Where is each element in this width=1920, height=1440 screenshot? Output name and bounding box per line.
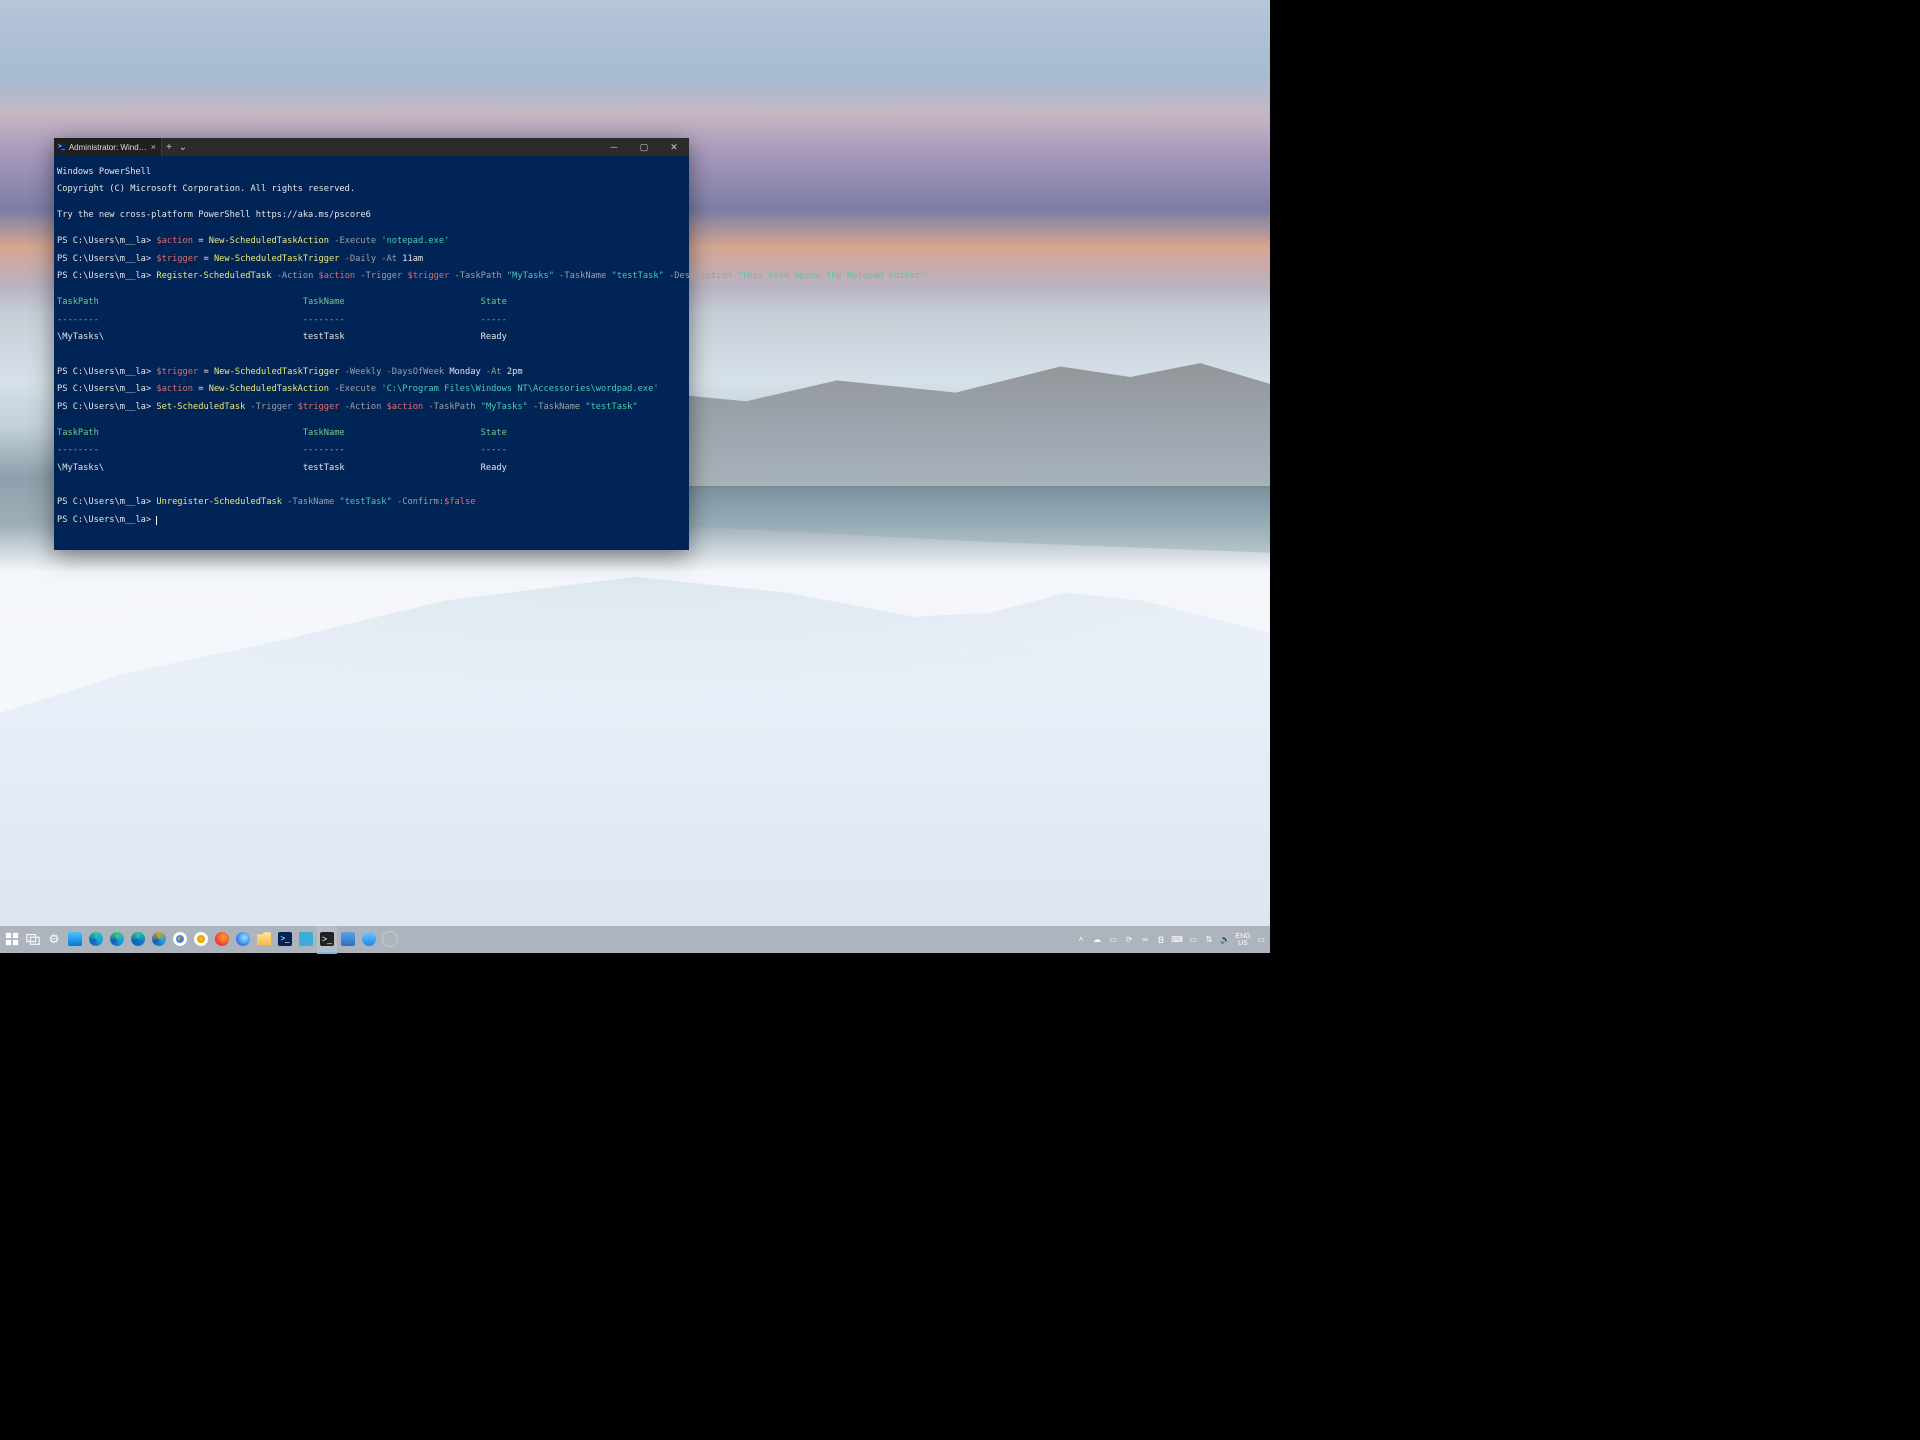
chrome-canary-button[interactable] [191, 925, 211, 954]
chrome-canary-icon [194, 932, 208, 946]
update-icon: ⟳ [1126, 935, 1133, 944]
close-button[interactable]: ✕ [659, 138, 689, 156]
powershell-taskbar-icon: >_ [278, 932, 292, 946]
lang-line2: US [1238, 940, 1248, 947]
terminal-icon: >_ [320, 932, 334, 946]
taskbar-left: ⚙ >_ >_ [0, 925, 400, 954]
tray-volume[interactable]: 🔊 [1218, 926, 1232, 953]
table-row: \MyTasks\ testTask Ready [57, 464, 686, 473]
line-try: Try the new cross-platform PowerShell ht… [57, 211, 686, 220]
link-icon: ∞ [1142, 935, 1148, 944]
notification-icon: ▭ [1257, 935, 1265, 944]
tray-battery[interactable]: ▭ [1186, 926, 1200, 953]
line-prompt: PS C:\Users\m__la> [57, 516, 686, 525]
cursor-icon [156, 516, 157, 525]
windows-icon [5, 932, 19, 946]
table-header: TaskPath TaskName State [57, 429, 686, 438]
tray-language[interactable]: ENG US [1234, 933, 1252, 947]
tab-label: Administrator: Windows PowerS [69, 143, 147, 152]
edge-canary-icon [152, 932, 166, 946]
folder-icon [257, 932, 271, 946]
edge-beta-icon [131, 932, 145, 946]
line-6: PS C:\Users\m__la> Set-ScheduledTask -Tr… [57, 403, 686, 412]
line-7: PS C:\Users\m__la> Unregister-ScheduledT… [57, 498, 686, 507]
firefox-button[interactable] [212, 925, 232, 954]
gear-icon: ⚙ [49, 932, 60, 946]
tray-notifications[interactable]: ▭ [1254, 926, 1268, 953]
terminal-body[interactable]: Windows PowerShell Copyright (C) Microso… [54, 156, 689, 550]
taskbar-right: ˄ ☁ ▭ ⟳ ∞ B ⌨ ▭ ⇅ 🔊 ENG US ▭ [1074, 926, 1270, 953]
line-1: PS C:\Users\m__la> $action = New-Schedul… [57, 237, 686, 246]
line-4: PS C:\Users\m__la> $trigger = New-Schedu… [57, 368, 686, 377]
settings-button[interactable]: ⚙ [44, 925, 64, 954]
edge-dev-icon [110, 932, 124, 946]
tray-onedrive[interactable]: ☁ [1090, 926, 1104, 953]
window-controls: ─ ▢ ✕ [599, 138, 689, 156]
explorer-button[interactable] [254, 925, 274, 954]
pinned-app-2[interactable] [296, 925, 316, 954]
tray-keyboard[interactable]: ⌨ [1170, 926, 1184, 953]
pinned-app-5[interactable] [380, 925, 400, 954]
keyboard-icon: ⌨ [1171, 935, 1183, 944]
app-icon [341, 932, 355, 946]
line-header1: Windows PowerShell [57, 168, 686, 177]
bluetooth-icon: B [1158, 935, 1164, 945]
new-tab-button[interactable]: + [162, 138, 176, 156]
taskview-icon [26, 932, 40, 946]
terminal-taskbar-button[interactable]: >_ [317, 925, 337, 954]
edge-canary-button[interactable] [149, 925, 169, 954]
tray-chevron[interactable]: ˄ [1074, 926, 1088, 953]
pinned-app-1[interactable] [65, 925, 85, 954]
powershell-icon: >_ [58, 143, 65, 152]
chat-icon: ▭ [1109, 935, 1117, 944]
line-5: PS C:\Users\m__la> $action = New-Schedul… [57, 385, 686, 394]
tray-wifi[interactable]: ⇅ [1202, 926, 1216, 953]
app-icon [299, 932, 313, 946]
line-3: PS C:\Users\m__la> Register-ScheduledTas… [57, 272, 686, 281]
chevron-up-icon: ˄ [1079, 935, 1084, 944]
line-header2: Copyright (C) Microsoft Corporation. All… [57, 185, 686, 194]
titlebar-drag-region[interactable] [190, 138, 599, 156]
clock-icon [382, 931, 398, 947]
window-titlebar[interactable]: >_ Administrator: Windows PowerS × + ⌄ ─… [54, 138, 689, 156]
edge-beta-button[interactable] [128, 925, 148, 954]
lang-line1: ENG [1235, 933, 1250, 940]
line-2: PS C:\Users\m__la> $trigger = New-Schedu… [57, 255, 686, 264]
tab-close-icon[interactable]: × [151, 142, 156, 152]
table-row: \MyTasks\ testTask Ready [57, 333, 686, 342]
tray-update[interactable]: ⟳ [1122, 926, 1136, 953]
battery-icon: ▭ [1189, 935, 1197, 944]
minimize-button[interactable]: ─ [599, 138, 629, 156]
pinned-app-3[interactable] [338, 925, 358, 954]
chrome-icon [173, 932, 187, 946]
firefox-dev-button[interactable] [233, 925, 253, 954]
edge-dev-button[interactable] [107, 925, 127, 954]
edge-icon [89, 932, 103, 946]
firefox-icon [215, 932, 229, 946]
tray-link[interactable]: ∞ [1138, 926, 1152, 953]
cloud-icon: ☁ [1093, 935, 1101, 944]
maximize-button[interactable]: ▢ [629, 138, 659, 156]
tray-bluetooth[interactable]: B [1154, 926, 1168, 953]
app-icon [362, 932, 376, 946]
edge-button[interactable] [86, 925, 106, 954]
table-divider: -------- -------- ----- [57, 316, 686, 325]
taskview-button[interactable] [23, 925, 43, 954]
table-header: TaskPath TaskName State [57, 298, 686, 307]
pinned-app-4[interactable] [359, 925, 379, 954]
tab-dropdown-button[interactable]: ⌄ [176, 138, 190, 156]
taskbar: ⚙ >_ >_ ˄ ☁ ▭ ⟳ ∞ B ⌨ ▭ ⇅ 🔊 ENG US ▭ [0, 926, 1270, 953]
firefox-dev-icon [236, 932, 250, 946]
wifi-icon: ⇅ [1206, 935, 1213, 944]
tab-powershell[interactable]: >_ Administrator: Windows PowerS × [54, 138, 162, 156]
powershell-button[interactable]: >_ [275, 925, 295, 954]
tray-meet[interactable]: ▭ [1106, 926, 1120, 953]
volume-icon: 🔊 [1220, 935, 1230, 944]
app-icon [68, 932, 82, 946]
terminal-window: >_ Administrator: Windows PowerS × + ⌄ ─… [54, 138, 689, 550]
table-divider: -------- -------- ----- [57, 446, 686, 455]
start-button[interactable] [2, 925, 22, 954]
chrome-button[interactable] [170, 925, 190, 954]
